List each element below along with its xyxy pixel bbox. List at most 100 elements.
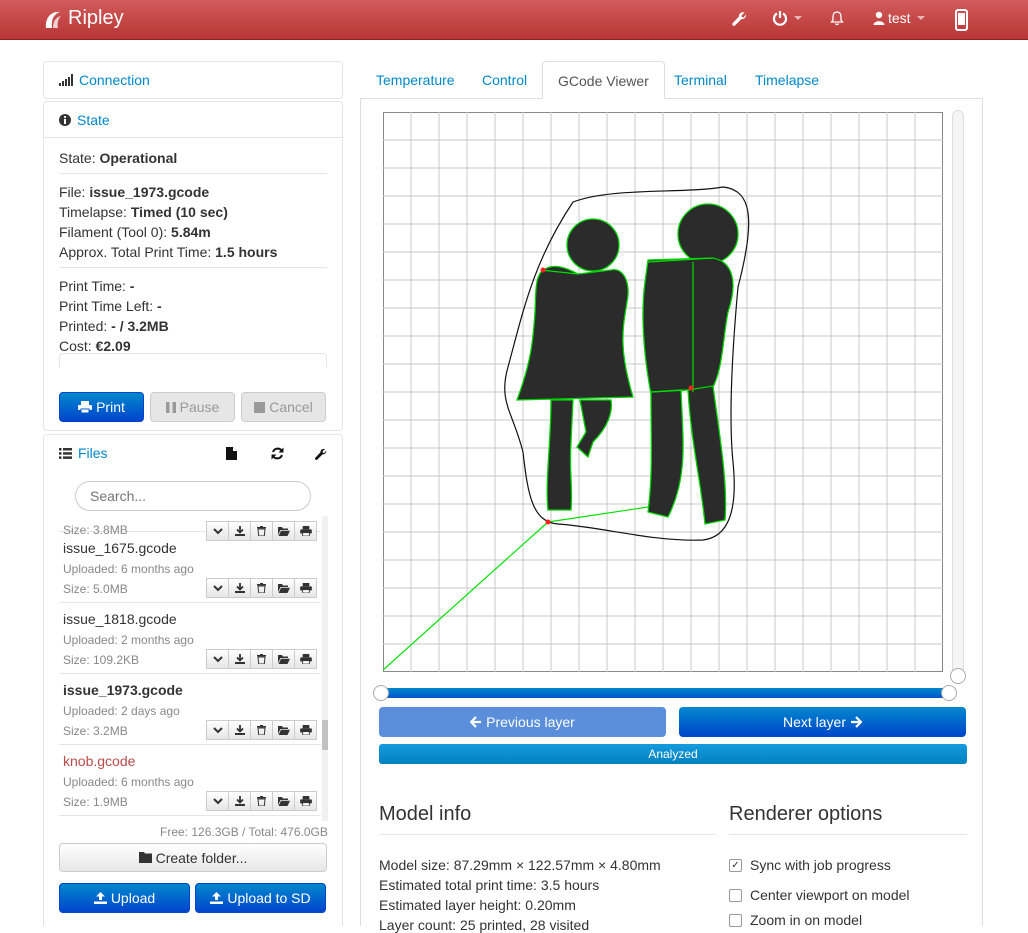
- new-file-button[interactable]: [226, 447, 237, 463]
- analysis-progress: Analyzed: [379, 744, 967, 764]
- command-slider-start-handle[interactable]: [373, 685, 389, 701]
- mobile-view-button[interactable]: [955, 9, 968, 31]
- pause-button[interactable]: Pause: [150, 392, 235, 422]
- pause-icon: [165, 401, 176, 413]
- delete-button[interactable]: [250, 720, 273, 740]
- trash-icon: [257, 583, 266, 593]
- center-viewport-option[interactable]: Center viewport on model: [729, 887, 910, 903]
- info-circle-icon: [59, 113, 71, 126]
- create-folder-label: Create folder...: [155, 849, 248, 866]
- tab-temperature[interactable]: Temperature: [361, 61, 470, 99]
- file-label: File:: [59, 184, 86, 200]
- time-left-label: Print Time Left:: [59, 298, 154, 314]
- timelapse-label: Timelapse:: [59, 204, 127, 220]
- download-button[interactable]: [228, 720, 251, 740]
- power-menu-button[interactable]: [772, 10, 802, 26]
- files-settings-button[interactable]: [314, 447, 327, 463]
- expand-button[interactable]: [206, 578, 229, 598]
- load-button[interactable]: [272, 578, 295, 598]
- next-layer-button[interactable]: Next layer: [679, 707, 966, 737]
- load-and-print-button[interactable]: [294, 791, 317, 811]
- command-slider-end-handle[interactable]: [941, 685, 957, 701]
- tab-timelapse[interactable]: Timelapse: [740, 61, 834, 99]
- download-button[interactable]: [228, 578, 251, 598]
- files-scrollbar[interactable]: [322, 516, 328, 821]
- main-tabs: Temperature Control GCode Viewer Termina…: [360, 61, 983, 99]
- layer-slider[interactable]: [950, 110, 966, 684]
- tab-control[interactable]: Control: [467, 61, 542, 99]
- filament-label: Filament (Tool 0):: [59, 224, 168, 240]
- expand-button[interactable]: [206, 720, 229, 740]
- center-viewport-checkbox[interactable]: [729, 888, 742, 902]
- upload-button[interactable]: Upload: [59, 883, 190, 913]
- model-size-line: Model size: 87.29mm × 122.57mm × 4.80mm: [379, 857, 661, 873]
- print-icon: [299, 796, 312, 806]
- arrow-left-icon: [470, 716, 482, 728]
- print-progress-bar: [59, 353, 327, 367]
- storage-info: Free: 126.3GB / Total: 476.0GB: [160, 825, 328, 839]
- tab-terminal[interactable]: Terminal: [659, 61, 742, 99]
- renderer-options-title: Renderer options: [729, 803, 883, 825]
- state-title: State: [77, 111, 110, 128]
- download-icon: [234, 654, 245, 664]
- user-menu-button[interactable]: test: [873, 10, 925, 26]
- file-actions: [206, 720, 317, 740]
- file-entry[interactable]: issue_1973.gcode Uploaded: 2 days ago Si…: [59, 674, 321, 745]
- load-button[interactable]: [272, 791, 295, 811]
- sync-progress-checkbox[interactable]: ✓: [729, 858, 742, 872]
- zoom-model-checkbox[interactable]: [729, 913, 742, 927]
- previous-layer-label: Previous layer: [486, 714, 575, 730]
- print-button[interactable]: Print: [59, 392, 144, 422]
- connection-header[interactable]: Connection: [44, 62, 342, 98]
- expand-button[interactable]: [206, 791, 229, 811]
- gcode-canvas[interactable]: [383, 112, 943, 672]
- brand[interactable]: Ripley: [42, 7, 124, 30]
- previous-layer-button[interactable]: Previous layer: [379, 707, 666, 737]
- refresh-files-button[interactable]: [271, 447, 284, 463]
- file-size: Size: 109.2KB: [63, 653, 140, 667]
- delete-button[interactable]: [250, 578, 273, 598]
- load-and-print-button[interactable]: [294, 649, 317, 669]
- layer-slider-handle[interactable]: [950, 668, 966, 684]
- file-entry[interactable]: knob.gcode Uploaded: 6 months ago Size: …: [59, 745, 321, 816]
- download-button[interactable]: [228, 649, 251, 669]
- cost-value: €2.09: [95, 338, 131, 354]
- renderer-options-section: Renderer options: [729, 803, 967, 835]
- arrow-right-icon: [851, 716, 863, 728]
- create-folder-button[interactable]: Create folder...: [59, 843, 327, 872]
- next-layer-label: Next layer: [782, 714, 847, 730]
- folder-open-icon: [277, 726, 290, 735]
- file-name: knob.gcode: [63, 753, 136, 769]
- model-info-title: Model info: [379, 803, 472, 825]
- cancel-button[interactable]: Cancel: [241, 392, 326, 422]
- file-search-input[interactable]: [75, 481, 311, 511]
- files-scrollbar-thumb[interactable]: [322, 720, 328, 750]
- command-slider[interactable]: [373, 685, 957, 701]
- file-entry[interactable]: issue_1675.gcode Uploaded: 6 months ago …: [59, 532, 321, 603]
- load-and-print-button[interactable]: [294, 578, 317, 598]
- load-button[interactable]: [272, 720, 295, 740]
- sync-progress-option[interactable]: ✓ Sync with job progress: [729, 857, 891, 873]
- sync-progress-label: Sync with job progress: [750, 857, 891, 873]
- delete-button[interactable]: [250, 791, 273, 811]
- chevron-down-icon: [212, 797, 223, 804]
- load-button[interactable]: [272, 649, 295, 669]
- load-and-print-button[interactable]: [294, 720, 317, 740]
- file-entry[interactable]: issue_1818.gcode Uploaded: 2 months ago …: [59, 603, 321, 674]
- file-entry[interactable]: Size: 3.8MB: [59, 516, 321, 541]
- expand-button[interactable]: [206, 649, 229, 669]
- tab-gcode-viewer[interactable]: GCode Viewer: [542, 61, 665, 99]
- settings-button[interactable]: [731, 10, 747, 26]
- state-panel: State State: Operational File: issue_197…: [43, 101, 343, 431]
- file-name: issue_1675.gcode: [63, 540, 177, 556]
- files-header[interactable]: Files: [44, 435, 342, 471]
- print-icon: [299, 583, 312, 593]
- download-button[interactable]: [228, 791, 251, 811]
- delete-button[interactable]: [250, 649, 273, 669]
- state-label: State:: [59, 150, 96, 166]
- approx-time-line: Approx. Total Print Time: 1.5 hours: [59, 242, 327, 262]
- notifications-button[interactable]: [829, 10, 845, 26]
- state-header[interactable]: State: [44, 102, 342, 138]
- folder-open-icon: [277, 655, 290, 664]
- upload-to-sd-button[interactable]: Upload to SD: [195, 883, 326, 913]
